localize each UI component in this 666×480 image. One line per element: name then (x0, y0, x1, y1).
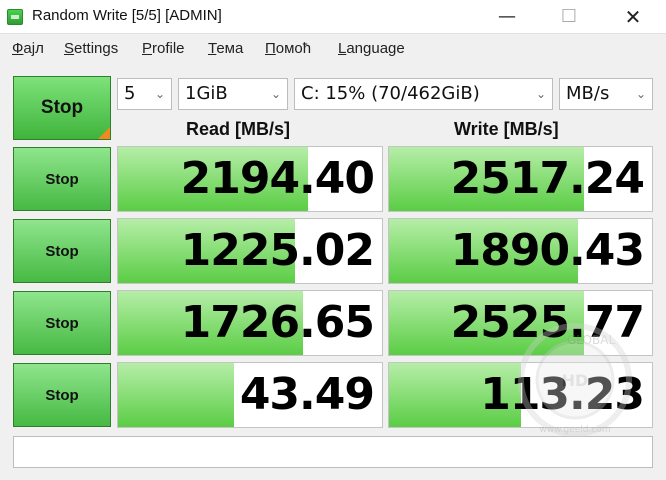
menu-language[interactable]: Language (338, 40, 405, 57)
write-value: 2517.24 (450, 153, 645, 204)
row-2-stop-button[interactable]: Stop (13, 219, 111, 283)
read-value: 2194.40 (180, 153, 375, 204)
row-3-stop-button[interactable]: Stop (13, 291, 111, 355)
menu-bar: Фајл Settings Profile Тема Помоћ Languag… (0, 34, 666, 66)
count-value: 5 (124, 83, 136, 104)
count-select[interactable]: 5 ⌄ (117, 78, 172, 110)
read-bar (118, 363, 235, 427)
row-3-read-cell: 1726.65 (117, 290, 383, 356)
row-4-stop-button[interactable]: Stop (13, 363, 111, 427)
chevron-down-icon: ⌄ (635, 87, 646, 101)
menu-theme[interactable]: Тема (208, 40, 243, 57)
maximize-icon[interactable]: ☐ (546, 0, 592, 34)
menu-accel: Ф (12, 40, 24, 57)
row-2-write-cell: 1890.43 (388, 218, 653, 284)
size-value: 1GiB (185, 83, 228, 104)
window-title: Random Write [5/5] [ADMIN] (32, 7, 222, 24)
chevron-down-icon: ⌄ (535, 87, 546, 101)
minimize-icon[interactable]: — (484, 0, 530, 34)
comment-input[interactable] (13, 436, 653, 468)
row-2-read-cell: 1225.02 (117, 218, 383, 284)
chevron-down-icon: ⌄ (270, 87, 281, 101)
write-value: 2525.77 (450, 297, 645, 348)
menu-file[interactable]: Фајл (12, 40, 44, 57)
row-4-read-cell: 43.49 (117, 362, 383, 428)
read-value: 1726.65 (180, 297, 375, 348)
menu-settings[interactable]: Settings (64, 40, 118, 57)
row-1-write-cell: 2517.24 (388, 146, 653, 212)
drive-value: C: 15% (70/462GiB) (301, 83, 480, 104)
chevron-down-icon: ⌄ (154, 87, 165, 101)
stop-all-button[interactable]: Stop (13, 76, 111, 140)
read-value: 1225.02 (180, 225, 375, 276)
unit-value: MB/s (566, 83, 610, 104)
write-value: 113.23 (480, 369, 645, 420)
menu-label: омоћ (275, 40, 312, 57)
menu-accel: S (64, 40, 75, 57)
title-bar: Random Write [5/5] [ADMIN] — ☐ ✕ (0, 0, 666, 34)
menu-label: ettings (74, 40, 119, 57)
row-1-stop-button[interactable]: Stop (13, 147, 111, 211)
read-value: 43.49 (239, 369, 375, 420)
read-header: Read [MB/s] (186, 119, 291, 139)
menu-profile[interactable]: Profile (142, 40, 185, 57)
row-1-read-cell: 2194.40 (117, 146, 383, 212)
menu-label: anguage (346, 40, 405, 57)
unit-select[interactable]: MB/s ⌄ (559, 78, 653, 110)
menu-help[interactable]: Помоћ (265, 40, 311, 57)
row-3-write-cell: 2525.77 (388, 290, 653, 356)
drive-select[interactable]: C: 15% (70/462GiB) ⌄ (294, 78, 553, 110)
size-select[interactable]: 1GiB ⌄ (178, 78, 288, 110)
write-header: Write [MB/s] (454, 119, 559, 139)
menu-accel: П (265, 40, 276, 57)
menu-accel: P (142, 40, 153, 57)
app-icon (7, 9, 23, 25)
menu-label: ема (216, 40, 244, 57)
menu-label: ајл (23, 40, 44, 57)
menu-label: rofile (152, 40, 185, 57)
row-4-write-cell: 113.23 (388, 362, 653, 428)
close-icon[interactable]: ✕ (610, 0, 656, 34)
write-value: 1890.43 (450, 225, 645, 276)
